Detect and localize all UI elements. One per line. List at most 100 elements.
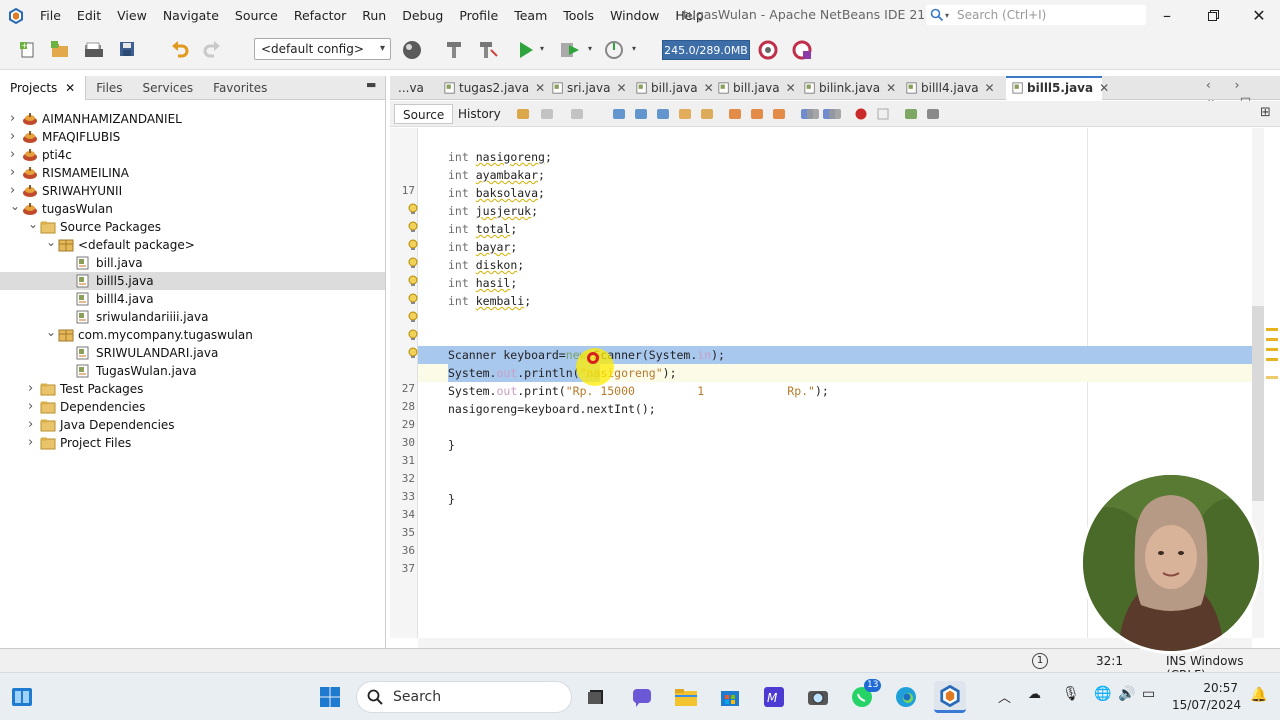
find-selection-icon[interactable] bbox=[612, 107, 626, 121]
code-line[interactable]: int hasil; bbox=[448, 274, 517, 292]
ide-search-input[interactable]: ▾ Search (Ctrl+I) bbox=[926, 5, 1146, 25]
chevron-right-icon[interactable]: › bbox=[28, 416, 33, 434]
diff-icon[interactable] bbox=[904, 107, 918, 121]
back-icon[interactable] bbox=[540, 107, 554, 121]
editor-tab[interactable]: bill.java ✕ bbox=[630, 76, 714, 100]
hint-bulb-icon[interactable] bbox=[407, 293, 419, 305]
warning-marker[interactable] bbox=[1266, 358, 1278, 361]
whatsapp-icon[interactable]: 13 bbox=[846, 679, 882, 713]
chevron-right-icon[interactable]: › bbox=[10, 164, 15, 182]
close-icon[interactable]: ✕ bbox=[535, 81, 545, 95]
editor-tab[interactable]: sri.java ✕ bbox=[546, 76, 627, 100]
tab-services[interactable]: Services bbox=[133, 76, 204, 100]
maximize-button[interactable] bbox=[1190, 0, 1236, 30]
code-line[interactable]: int bayar; bbox=[448, 238, 517, 256]
code-line[interactable]: int ayambakar; bbox=[448, 166, 545, 184]
tree-item[interactable]: TugasWulan.java bbox=[0, 362, 385, 380]
editor-tab[interactable]: billl5.java ✕ bbox=[1006, 76, 1109, 100]
tree-item[interactable]: ⌄ tugasWulan bbox=[0, 199, 385, 218]
chevron-right-icon[interactable]: › bbox=[28, 434, 33, 452]
hint-bulb-icon[interactable] bbox=[407, 311, 419, 323]
close-window-button[interactable]: ✕ bbox=[1236, 0, 1280, 30]
config-dropdown[interactable]: <default config> ▾ bbox=[254, 38, 391, 60]
chevron-right-icon[interactable]: › bbox=[28, 398, 33, 416]
profile-project-icon[interactable]: ▾ bbox=[602, 39, 636, 61]
new-file-icon[interactable]: + bbox=[16, 39, 40, 61]
close-icon[interactable]: ✕ bbox=[616, 81, 626, 95]
code-line[interactable]: int nasigoreng; bbox=[448, 148, 552, 166]
editor-tab[interactable]: billl4.java ✕ bbox=[900, 76, 1000, 100]
history-view-button[interactable]: History bbox=[450, 104, 509, 124]
microphone-icon[interactable]: 🎙 bbox=[1062, 686, 1080, 702]
hint-bulb-icon[interactable] bbox=[407, 275, 419, 287]
tree-item[interactable]: billl4.java bbox=[0, 290, 385, 308]
find-next-icon[interactable] bbox=[656, 107, 670, 121]
task-view-icon[interactable] bbox=[580, 681, 612, 713]
warning-marker[interactable] bbox=[1266, 338, 1278, 341]
close-icon[interactable]: ✕ bbox=[886, 81, 896, 95]
file-explorer-icon[interactable] bbox=[670, 681, 702, 713]
tree-item[interactable]: › RISMAMEILINA bbox=[0, 164, 385, 182]
hint-bulb-icon[interactable] bbox=[407, 203, 419, 215]
editor-tab[interactable]: bill.java ✕ bbox=[712, 76, 796, 100]
clock-date[interactable]: 15/07/2024 bbox=[1172, 698, 1241, 712]
warning-marker[interactable] bbox=[1266, 376, 1278, 379]
gc-icon[interactable] bbox=[756, 39, 780, 61]
code-line[interactable]: } bbox=[448, 436, 455, 454]
code-line[interactable]: int baksolava; bbox=[448, 184, 545, 202]
warning-marker[interactable] bbox=[1266, 328, 1278, 331]
notification-bell-icon[interactable]: 🔔 bbox=[1250, 687, 1267, 703]
menu-refactor[interactable]: Refactor bbox=[286, 0, 354, 32]
teams-chat-icon[interactable] bbox=[626, 681, 658, 713]
start-button-icon[interactable] bbox=[314, 681, 346, 713]
hint-bulb-icon[interactable] bbox=[407, 239, 419, 251]
save-all-icon[interactable] bbox=[116, 39, 140, 61]
build-hammer-icon[interactable] bbox=[442, 39, 466, 61]
start-macro-icon[interactable] bbox=[854, 107, 868, 121]
debug-project-icon[interactable]: ▾ bbox=[558, 39, 592, 61]
open-project-icon[interactable] bbox=[82, 39, 106, 61]
close-icon[interactable]: ✕ bbox=[1099, 81, 1109, 95]
editor-tab[interactable]: bilink.java ✕ bbox=[798, 76, 896, 100]
tree-item[interactable]: › Java Dependencies bbox=[0, 416, 385, 434]
cloud-icon[interactable]: ☁ bbox=[1028, 687, 1041, 702]
menu-edit[interactable]: Edit bbox=[69, 0, 109, 32]
chevron-down-icon[interactable]: ⌄ bbox=[46, 233, 56, 251]
chevron-right-icon[interactable]: › bbox=[10, 128, 15, 146]
menu-navigate[interactable]: Navigate bbox=[155, 0, 227, 32]
undo-icon[interactable] bbox=[168, 39, 192, 61]
menu-file[interactable]: File bbox=[32, 0, 69, 32]
code-line[interactable]: nasigoreng=keyboard.nextInt(); bbox=[448, 400, 656, 418]
menu-debug[interactable]: Debug bbox=[394, 0, 451, 32]
tree-item[interactable]: SRIWULANDARI.java bbox=[0, 344, 385, 362]
math-app-icon[interactable]: M bbox=[758, 681, 790, 713]
memory-usage-indicator[interactable]: 245.0/289.0MB bbox=[662, 40, 750, 60]
profile-gc-icon[interactable] bbox=[790, 39, 814, 61]
code-line[interactable]: System.out.print("Rp. 15000 1 Rp."); bbox=[448, 382, 829, 400]
comment-icon[interactable] bbox=[806, 107, 820, 121]
tree-item[interactable]: › Dependencies bbox=[0, 398, 385, 416]
tree-item[interactable]: ⌄ Source Packages bbox=[0, 217, 385, 236]
tree-item[interactable]: › Project Files bbox=[0, 434, 385, 452]
close-icon[interactable]: ✕ bbox=[786, 81, 796, 95]
hint-bulb-icon[interactable] bbox=[407, 257, 419, 269]
tab-projects[interactable]: Projects ✕ bbox=[0, 75, 87, 100]
menu-view[interactable]: View bbox=[109, 0, 155, 32]
tree-item[interactable]: › AIMANHAMIZANDANIEL bbox=[0, 110, 385, 128]
clean-build-icon[interactable] bbox=[476, 39, 500, 61]
toggle-bookmark-icon[interactable] bbox=[772, 107, 786, 121]
notifications-badge[interactable]: 1 bbox=[1032, 653, 1048, 669]
close-icon[interactable]: ✕ bbox=[985, 81, 995, 95]
tree-item[interactable]: ⌄ <default package> bbox=[0, 233, 385, 254]
netbeans-taskbar-icon[interactable] bbox=[934, 681, 966, 713]
tree-item[interactable]: › SRIWAHYUNII bbox=[0, 182, 385, 200]
split-editor-icon[interactable]: ⊞ bbox=[1260, 105, 1271, 120]
last-edit-icon[interactable] bbox=[516, 107, 530, 121]
hint-bulb-icon[interactable] bbox=[407, 221, 419, 233]
menu-run[interactable]: Run bbox=[354, 0, 394, 32]
camera-icon[interactable] bbox=[802, 681, 834, 713]
battery-icon[interactable]: ▭ bbox=[1142, 686, 1155, 702]
show-hidden-icons-chevron-icon[interactable]: ︿ bbox=[998, 687, 1011, 706]
find-previous-icon[interactable] bbox=[634, 107, 648, 121]
minimize-panel-icon[interactable]: ▬ bbox=[366, 78, 376, 91]
